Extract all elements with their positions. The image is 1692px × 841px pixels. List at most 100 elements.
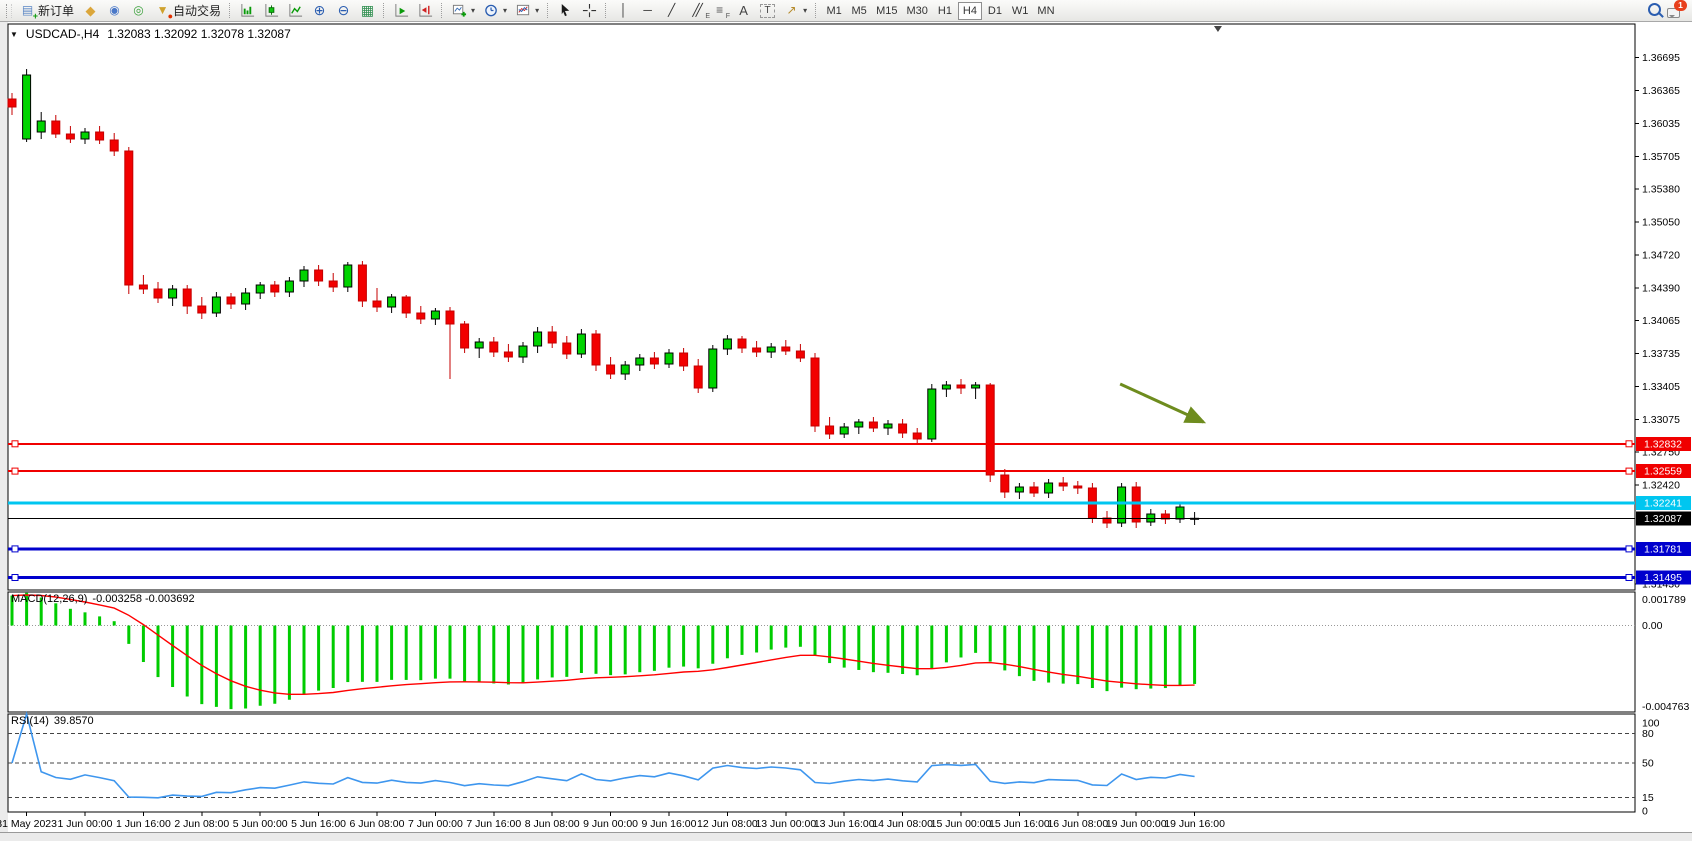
line-handle[interactable] (12, 468, 18, 474)
time-tick-label: 19 Jun 00:00 (1106, 818, 1167, 830)
price-tick-label: 1.32420 (1642, 480, 1680, 492)
candle-body (855, 422, 863, 427)
new-order-icon: ▤+ (20, 3, 35, 18)
price-badge-label: 1.31495 (1644, 572, 1682, 584)
left-frame (0, 22, 8, 841)
timeframe-m15-button[interactable]: M15 (872, 2, 901, 20)
timeframe-d1-button[interactable]: D1 (983, 2, 1007, 20)
line-handle[interactable] (12, 546, 18, 552)
candle-body (548, 332, 556, 343)
macd-axis-label: 0.001789 (1642, 594, 1686, 606)
line-handle[interactable] (1626, 441, 1632, 447)
chat-button[interactable]: 1 (1667, 3, 1685, 19)
price-tick-label: 1.35705 (1642, 151, 1680, 163)
zoom-in-icon: ⊕ (312, 3, 327, 18)
candle-body (680, 353, 688, 366)
dropdown-caret-icon: ▾ (503, 6, 507, 15)
channel-button[interactable]: ╱╱E (684, 1, 707, 20)
time-tick-label: 1 Jun 00:00 (58, 818, 113, 830)
line-handle[interactable] (12, 441, 18, 447)
line-handle[interactable] (1626, 546, 1632, 552)
rsi-name: RSI(14) (11, 715, 49, 727)
tile-windows-button[interactable]: ▦ (356, 1, 379, 20)
auto-scroll-icon (394, 3, 409, 18)
timeframe-m5-button[interactable]: M5 (847, 2, 871, 20)
timeframe-w1-button[interactable]: W1 (1008, 2, 1033, 20)
vertical-line-icon: │ (616, 3, 631, 18)
zoom-in-button[interactable]: ⊕ (308, 1, 331, 20)
fibonacci-button[interactable]: ≡F (708, 1, 731, 20)
horizontal-line-button[interactable]: ─ (636, 1, 659, 20)
candle-body (767, 347, 775, 352)
chart-line-button[interactable] (284, 1, 307, 20)
text-button[interactable]: A (732, 1, 755, 20)
candle (125, 147, 133, 294)
time-tick-label: 15 Jun 00:00 (931, 818, 992, 830)
candle (1118, 483, 1126, 527)
macd-axis-label: 0.00 (1642, 620, 1663, 632)
line-chart-icon (288, 3, 303, 18)
macd-label: MACD(12,26,9) -0.003258 -0.003692 (11, 593, 195, 605)
timeframe-m30-button[interactable]: M30 (903, 2, 932, 20)
periods-button[interactable]: ▾ (480, 1, 511, 20)
time-tick-label: 2 Jun 08:00 (174, 818, 229, 830)
signals-button[interactable]: ◎ (127, 1, 150, 20)
candle-body (242, 293, 250, 304)
price-tick-label: 1.33735 (1642, 348, 1680, 360)
price-tick-label: 1.35050 (1642, 217, 1680, 229)
chart-menu-icon[interactable]: ▼ (10, 30, 18, 39)
autotrading-button[interactable]: ▼● 自动交易 (151, 1, 225, 20)
candle-body (972, 385, 980, 388)
crosshair-button[interactable] (578, 1, 601, 20)
time-tick-label: 19 Jun 16:00 (1164, 818, 1225, 830)
candle-body (402, 297, 410, 313)
candle-body (1118, 487, 1126, 523)
chart-bars-button[interactable] (236, 1, 259, 20)
new-order-button[interactable]: ▤+ 新订单 (16, 1, 78, 20)
line-handle[interactable] (1626, 575, 1632, 581)
candle-body (212, 297, 220, 313)
market-watch-button[interactable]: ◆ (79, 1, 102, 20)
timeframe-h4-button[interactable]: H4 (958, 2, 982, 20)
fibonacci-icon: ≡F (712, 3, 727, 18)
candle-body (504, 352, 512, 357)
new-chart-button[interactable]: ▾ (448, 1, 479, 20)
candle-body (782, 347, 790, 351)
candle-body (826, 426, 834, 434)
trendline-button[interactable]: ╱ (660, 1, 683, 20)
toolbar-grip[interactable] (6, 4, 12, 18)
chart-canvas[interactable]: 1.366951.363651.360351.357051.353801.350… (0, 22, 1692, 841)
price-badge-label: 1.32559 (1644, 466, 1682, 478)
indicators-template-button[interactable]: ▾ (512, 1, 543, 20)
auto-scroll-button[interactable] (390, 1, 413, 20)
candle-body (169, 289, 177, 298)
candle (928, 384, 936, 442)
zoom-out-button[interactable]: ⊖ (332, 1, 355, 20)
timeframe-m1-button[interactable]: M1 (822, 2, 846, 20)
price-badge-label: 1.32087 (1644, 513, 1682, 525)
candle (358, 261, 366, 307)
macd-axis-label: -0.004763 (1642, 701, 1689, 713)
time-tick-label: 13 Jun 16:00 (814, 818, 875, 830)
profile-button[interactable]: ◉ (103, 1, 126, 20)
chart-shift-button[interactable] (414, 1, 437, 20)
timeframe-h1-button[interactable]: H1 (933, 2, 957, 20)
candle-body (37, 121, 45, 132)
time-tick-label: 9 Jun 16:00 (642, 818, 697, 830)
search-button[interactable] (1648, 3, 1661, 19)
vertical-line-button[interactable]: │ (612, 1, 635, 20)
candle-body (636, 358, 644, 365)
rsi-value: 39.8570 (54, 715, 94, 727)
candle-body (913, 433, 921, 439)
toolbar-separator (815, 3, 818, 18)
chart-candles-button[interactable] (260, 1, 283, 20)
timeframe-mn-button[interactable]: MN (1033, 2, 1058, 20)
cursor-button[interactable] (554, 1, 577, 20)
candle-body (139, 285, 147, 289)
cursor-icon (558, 3, 573, 18)
text-label-button[interactable]: T (756, 1, 779, 20)
macd-pane (8, 592, 1635, 712)
arrows-button[interactable]: ↗ ▾ (780, 1, 811, 20)
line-handle[interactable] (12, 575, 18, 581)
line-handle[interactable] (1626, 468, 1632, 474)
